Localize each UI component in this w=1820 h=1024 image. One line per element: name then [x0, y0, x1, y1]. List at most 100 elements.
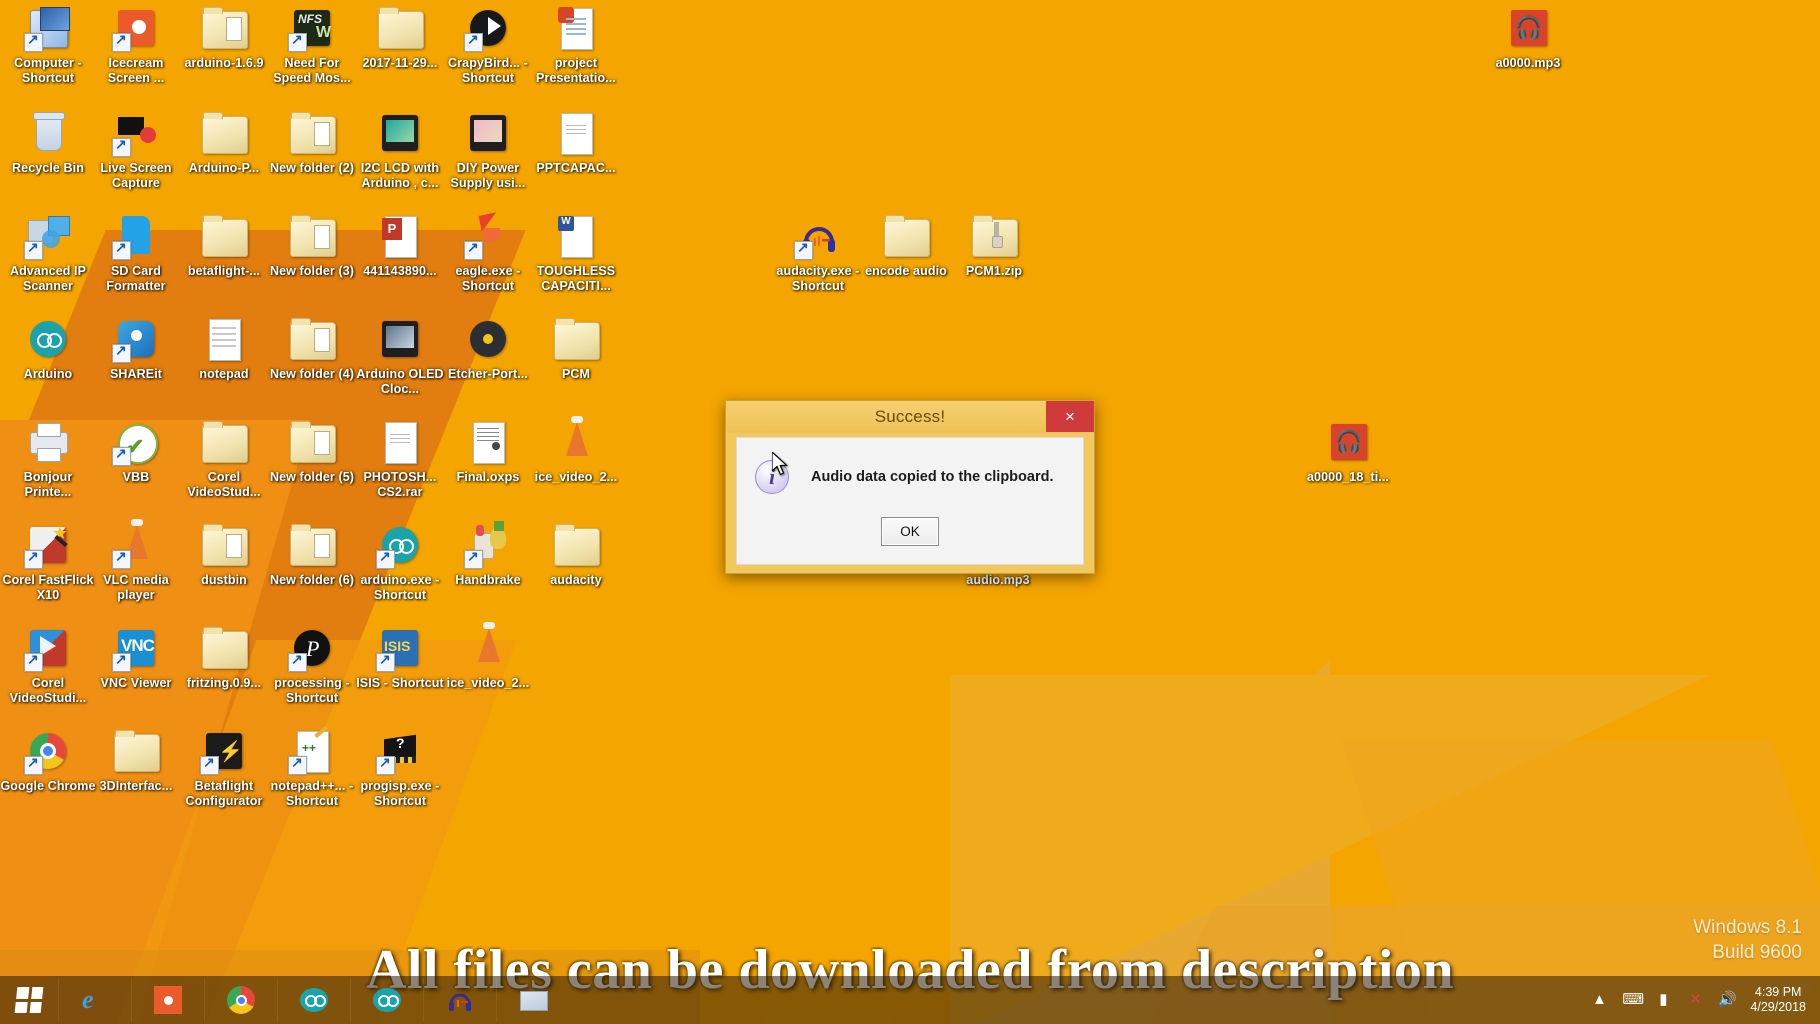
desktop-icon[interactable]: a0000_18_ti...: [1300, 418, 1396, 485]
system-tray[interactable]: ▲ ⌨ ▮ ✕ 🔊 4:39 PM 4/29/2018: [1590, 985, 1820, 1015]
desktop-icon[interactable]: ⚡ Betaflight Configurator: [176, 727, 272, 808]
desktop-icon[interactable]: SHAREit: [88, 315, 184, 382]
desktop-icon[interactable]: ? progisp.exe - Shortcut: [352, 727, 448, 808]
desktop-icon[interactable]: PCM: [528, 315, 624, 382]
desktop-icon[interactable]: Final.oxps: [440, 418, 536, 485]
network-icon[interactable]: ⌨: [1622, 991, 1644, 1009]
zip-archive-icon: [970, 212, 1018, 260]
desktop-icon-label: Etcher-Port...: [448, 367, 528, 381]
desktop-icon[interactable]: PCM1.zip: [946, 212, 1042, 279]
action-center-icon[interactable]: ✕: [1686, 991, 1704, 1009]
desktop-icon[interactable]: arduino-1.6.9: [176, 4, 272, 71]
desktop-icon-label: Corel FastFlick X10: [2, 573, 94, 602]
desktop-icon[interactable]: VNC VNC Viewer: [88, 624, 184, 691]
desktop-icon[interactable]: ice_video_2...: [528, 416, 624, 485]
desktop-icon[interactable]: encode audio: [858, 212, 954, 279]
desktop-icon[interactable]: arduino.exe - Shortcut: [352, 521, 448, 602]
taskbar-item-icecream-screen-recorder[interactable]: [131, 978, 204, 1022]
desktop-icon[interactable]: P 441143890...: [352, 212, 448, 279]
shortcut-overlay-icon: [376, 548, 395, 569]
desktop-icon[interactable]: CrapyBird... - Shortcut: [440, 4, 536, 85]
progisp-shortcut-icon: ?: [376, 727, 424, 775]
video-file-icon: [376, 109, 424, 157]
desktop-icon[interactable]: audacity.exe - Shortcut: [770, 212, 866, 293]
desktop-icon[interactable]: Handbrake: [440, 521, 536, 588]
desktop-icon[interactable]: Bonjour Printe...: [0, 418, 96, 499]
desktop-icon[interactable]: betaflight-...: [176, 212, 272, 279]
desktop-icon[interactable]: W TOUGHLESS CAPACITI...: [528, 212, 624, 293]
ok-button[interactable]: OK: [881, 517, 939, 546]
desktop-icon[interactable]: project Presentatio...: [528, 4, 624, 85]
desktop-icon[interactable]: 2017-11-29...: [352, 4, 448, 71]
folder-icon: [376, 4, 424, 52]
shortcut-overlay-icon: [112, 342, 131, 363]
desktop-icon[interactable]: Corel VideoStud...: [176, 418, 272, 499]
desktop-icon[interactable]: Arduino OLED Cloc...: [352, 315, 448, 396]
shortcut-overlay-icon: [376, 754, 395, 775]
desktop-icon[interactable]: 3DInterfac...: [88, 727, 184, 794]
desktop-icon[interactable]: Arduino: [0, 315, 96, 382]
desktop-icon[interactable]: ✔ VBB: [88, 418, 184, 485]
desktop-icon[interactable]: Computer - Shortcut: [0, 4, 96, 85]
close-icon[interactable]: ×: [1046, 401, 1094, 432]
folder-icon: [200, 4, 248, 52]
taskbar-item-google-chrome[interactable]: [204, 978, 277, 1022]
battery-icon[interactable]: ▮: [1654, 991, 1672, 1009]
start-button[interactable]: [0, 976, 58, 1024]
desktop-icon-label: PPTCAPAC...: [536, 161, 616, 175]
desktop-icon[interactable]: ★ Corel FastFlick X10: [0, 521, 96, 602]
desktop-icon[interactable]: Icecream Screen ...: [88, 4, 184, 85]
desktop-icon[interactable]: fritzing.0.9...: [176, 624, 272, 691]
volume-icon[interactable]: 🔊: [1718, 991, 1737, 1009]
desktop-icon[interactable]: PHOTOSH... CS2.rar: [352, 418, 448, 499]
taskbar[interactable]: e ▲ ⌨ ▮ ✕ 🔊 4:39 PM 4/29/2018: [0, 976, 1820, 1024]
desktop-icon-label: New folder (5): [269, 470, 355, 484]
file-explorer-icon: [518, 985, 548, 1015]
desktop-icon-label: 3DInterfac...: [99, 779, 173, 793]
desktop-icon[interactable]: ISIS ISIS - Shortcut: [352, 624, 448, 691]
desktop-icon[interactable]: ice_video_2...: [440, 622, 536, 691]
desktop-icon[interactable]: New folder (2): [264, 109, 360, 176]
desktop-icon[interactable]: ++ notepad++... - Shortcut: [264, 725, 360, 808]
desktop-icon[interactable]: Corel VideoStudi...: [0, 624, 96, 705]
folder-icon: [552, 315, 600, 363]
taskbar-item-file-explorer[interactable]: [496, 978, 569, 1022]
taskbar-item-arduino-ide-2[interactable]: [350, 978, 423, 1022]
desktop-icon[interactable]: audacity: [528, 521, 624, 588]
taskbar-item-arduino-ide[interactable]: [277, 978, 350, 1022]
desktop-icon[interactable]: New folder (4): [264, 315, 360, 382]
desktop-icon[interactable]: Pprocessing - Shortcut: [264, 624, 360, 705]
desktop-icon[interactable]: Recycle Bin: [0, 109, 96, 176]
desktop-icon[interactable]: VLC media player: [88, 519, 184, 602]
show-hidden-icons-icon[interactable]: ▲: [1590, 991, 1608, 1009]
desktop-icon[interactable]: SD Card Formatter: [88, 212, 184, 293]
desktop-icon-label: New folder (6): [269, 573, 355, 587]
desktop-icon[interactable]: a0000.mp3: [1480, 4, 1576, 71]
success-dialog[interactable]: Success! × i Audio data copied to the cl…: [725, 400, 1095, 574]
desktop-icon[interactable]: New folder (5): [264, 418, 360, 485]
desktop-icon[interactable]: New folder (6): [264, 521, 360, 588]
desktop-icon[interactable]: Arduino-P...: [176, 109, 272, 176]
desktop-icon[interactable]: notepad: [176, 315, 272, 382]
desktop-icon[interactable]: New folder (3): [264, 212, 360, 279]
desktop-icon-label: New folder (2): [269, 161, 355, 175]
desktop[interactable]: Computer - Shortcut Icecream Screen ... ar…: [0, 0, 1820, 1024]
arduino-icon: [24, 315, 72, 363]
handbrake-icon: [464, 521, 512, 569]
desktop-icon[interactable]: Google Chrome: [0, 727, 96, 794]
desktop-icon[interactable]: Live Screen Capture: [88, 109, 184, 190]
powerpoint-doc-icon: [552, 4, 600, 52]
desktop-icon[interactable]: PPTCAPAC...: [528, 109, 624, 176]
desktop-icon[interactable]: NFSW Need For Speed Mos...: [264, 4, 360, 85]
desktop-icon[interactable]: DIY Power Supply usi...: [440, 109, 536, 190]
taskbar-item-internet-explorer[interactable]: e: [58, 978, 131, 1022]
desktop-icon[interactable]: Advanced IP Scanner: [0, 212, 96, 293]
desktop-icon[interactable]: Etcher-Port...: [440, 315, 536, 382]
clock[interactable]: 4:39 PM 4/29/2018: [1750, 985, 1806, 1015]
desktop-icon[interactable]: I2C LCD with Arduino , c...: [352, 109, 448, 190]
taskbar-item-audacity[interactable]: [423, 978, 496, 1022]
computer-shortcut-icon: [24, 4, 72, 52]
desktop-icon[interactable]: eagle.exe - Shortcut: [440, 212, 536, 293]
oxps-document-icon: [464, 418, 512, 466]
desktop-icon[interactable]: dustbin: [176, 521, 272, 588]
